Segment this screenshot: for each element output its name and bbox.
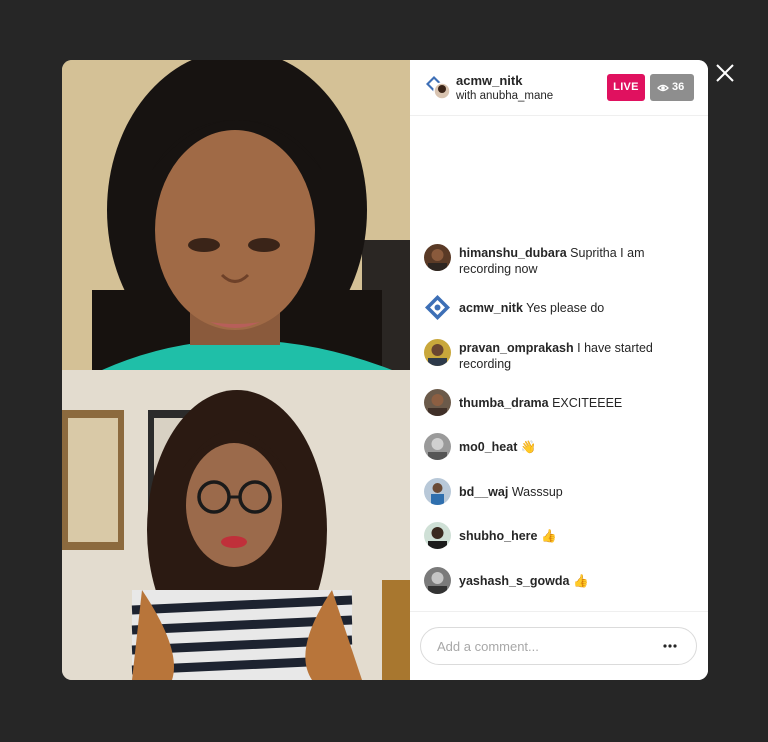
comment-text: EXCITEEEE	[552, 396, 623, 410]
comment-username[interactable]: mo0_heat	[459, 440, 517, 454]
avatar[interactable]	[424, 244, 451, 271]
avatar[interactable]	[424, 294, 451, 321]
avatar[interactable]	[424, 567, 451, 594]
comment-text: Wasssup	[511, 485, 563, 499]
avatar[interactable]	[424, 433, 451, 460]
comment-input[interactable]	[437, 637, 637, 655]
comment-username[interactable]: shubho_here	[459, 529, 538, 543]
comment-text: Yes please do	[526, 301, 605, 315]
comment-box	[420, 627, 697, 665]
comment-username[interactable]: himanshu_dubara	[459, 246, 567, 260]
comment-username[interactable]: acmw_nitk	[459, 301, 523, 315]
comment-text: 👋	[520, 440, 537, 454]
comment-text: 👍	[540, 529, 557, 543]
host-video	[62, 60, 410, 370]
comment-composer	[410, 611, 708, 680]
avatar[interactable]	[424, 339, 451, 366]
close-button[interactable]	[712, 60, 738, 86]
comments-panel: acmw_nitk with anubha_mane LIVE 36 himan…	[410, 60, 708, 680]
comment-username[interactable]: pravan_omprakash	[459, 341, 574, 355]
comment-username[interactable]: thumba_drama	[459, 396, 549, 410]
comment-username[interactable]: yashash_s_gowda	[459, 574, 569, 588]
avatar[interactable]	[424, 478, 451, 505]
live-video-modal: acmw_nitk with anubha_mane LIVE 36 himan…	[62, 60, 708, 680]
avatar[interactable]	[424, 522, 451, 549]
more-options-button[interactable]	[660, 637, 680, 655]
video-pane	[62, 60, 410, 680]
comment-text: 👍	[572, 574, 589, 588]
more-icon	[663, 644, 677, 648]
avatar[interactable]	[424, 389, 451, 416]
comment-list: himanshu_dubara Supritha I am recording …	[410, 60, 708, 680]
close-icon	[716, 64, 734, 82]
comment-username[interactable]: bd__waj	[459, 485, 508, 499]
guest-video	[62, 370, 410, 680]
